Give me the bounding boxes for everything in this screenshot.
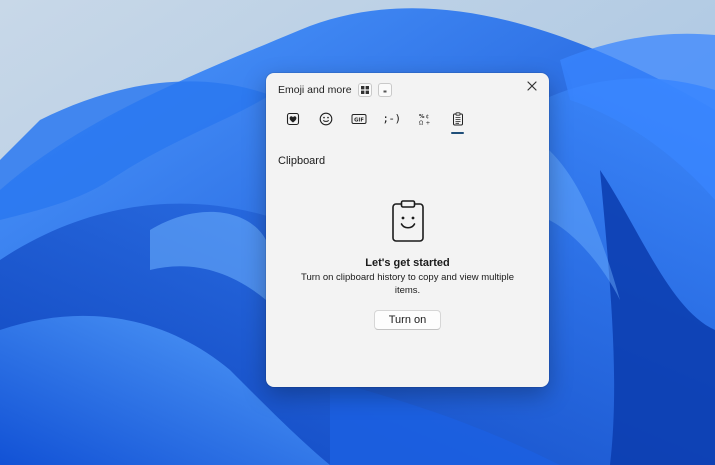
tab-kaomoji[interactable]: ;-) bbox=[382, 109, 401, 128]
emoji-panel: Emoji and more GIF ;-) % ¢ Ω + Clipboard… bbox=[266, 73, 549, 387]
symbols-icon: % ¢ Ω + bbox=[419, 114, 431, 126]
empty-state-description: Turn on clipboard history to copy and vi… bbox=[301, 272, 514, 296]
tab-symbols[interactable]: % ¢ Ω + bbox=[415, 109, 434, 128]
svg-text:Ω: Ω bbox=[419, 120, 423, 125]
empty-state-heading: Let's get started bbox=[365, 257, 450, 269]
close-icon bbox=[527, 81, 537, 91]
svg-text:¢: ¢ bbox=[425, 114, 429, 120]
tab-selected-indicator bbox=[451, 132, 464, 134]
turn-on-button[interactable]: Turn on bbox=[373, 310, 442, 330]
tab-emoji[interactable] bbox=[316, 109, 335, 128]
tab-favorites[interactable] bbox=[283, 109, 302, 128]
clipboard-icon bbox=[452, 111, 463, 125]
panel-title: Emoji and more bbox=[278, 84, 352, 96]
title-bar: Emoji and more bbox=[278, 81, 392, 99]
category-tabs: GIF ;-) % ¢ Ω + bbox=[283, 109, 467, 134]
tab-clipboard[interactable] bbox=[448, 109, 467, 134]
svg-text:+: + bbox=[425, 120, 430, 125]
grid-view-icon[interactable] bbox=[357, 83, 372, 97]
svg-text:%: % bbox=[419, 114, 425, 120]
gif-icon: GIF bbox=[351, 113, 366, 124]
desktop: Emoji and more GIF ;-) % ¢ Ω + Clipboard… bbox=[0, 0, 715, 465]
section-title: Clipboard bbox=[278, 155, 326, 167]
tab-gif[interactable]: GIF bbox=[349, 109, 368, 128]
favorites-heart-icon bbox=[286, 112, 299, 125]
emoji-smiley-icon bbox=[319, 112, 332, 125]
close-button[interactable] bbox=[523, 77, 541, 95]
svg-text:GIF: GIF bbox=[354, 117, 364, 123]
clipboard-smiley-icon bbox=[391, 200, 424, 242]
empty-state: Let's get started Turn on clipboard hist… bbox=[266, 199, 549, 330]
kaomoji-icon: ;-) bbox=[382, 112, 401, 125]
compact-view-icon[interactable] bbox=[377, 83, 392, 97]
